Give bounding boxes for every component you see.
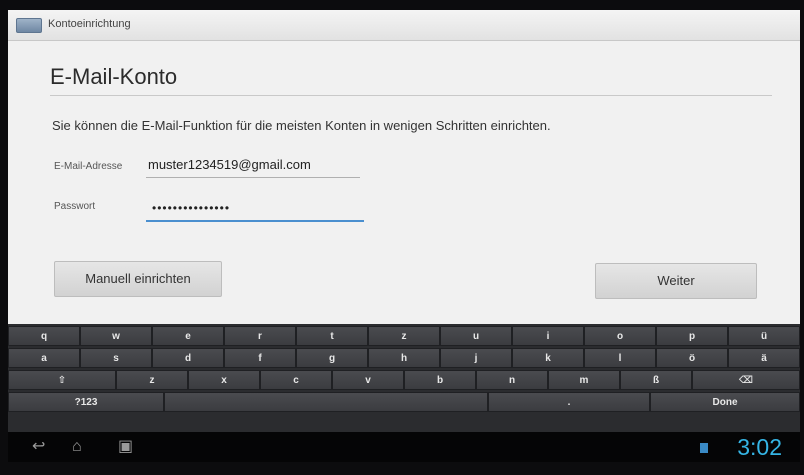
password-field[interactable]: ••••••••••••••• (146, 198, 364, 222)
system-nav-bar: ↩ ⌂ ▣ 3:02 (8, 432, 800, 462)
next-button[interactable]: Weiter (595, 263, 757, 299)
key-t[interactable]: t (296, 326, 368, 346)
space-key[interactable] (164, 392, 488, 412)
key-h[interactable]: h (368, 348, 440, 368)
home-icon[interactable]: ⌂ (72, 432, 82, 462)
key-oe[interactable]: ö (656, 348, 728, 368)
battery-icon (700, 443, 708, 453)
period-key[interactable]: . (488, 392, 650, 412)
key-e[interactable]: e (152, 326, 224, 346)
key-sz[interactable]: ß (620, 370, 692, 390)
back-icon[interactable]: ↩ (32, 432, 45, 462)
key-p[interactable]: p (656, 326, 728, 346)
key-g[interactable]: g (296, 348, 368, 368)
email-field[interactable]: muster1234519@gmail.com (146, 155, 360, 178)
key-j[interactable]: j (440, 348, 512, 368)
key-l[interactable]: l (584, 348, 656, 368)
password-label: Passwort (54, 201, 96, 212)
onscreen-keyboard: q w e r t z u i o p ü a s d f g h j k l … (8, 324, 800, 432)
shift-key[interactable]: ⇧ (8, 370, 116, 390)
key-z-lower[interactable]: z (116, 370, 188, 390)
key-c[interactable]: c (260, 370, 332, 390)
key-ue[interactable]: ü (728, 326, 800, 346)
key-s[interactable]: s (80, 348, 152, 368)
account-setup-form: E-Mail-Konto Sie können die E-Mail-Funkt… (8, 41, 800, 324)
key-ae[interactable]: ä (728, 348, 800, 368)
clock: 3:02 (737, 434, 782, 460)
delete-key[interactable]: ⌫ (692, 370, 800, 390)
key-r[interactable]: r (224, 326, 296, 346)
key-x[interactable]: x (188, 370, 260, 390)
symbols-key[interactable]: ?123 (8, 392, 164, 412)
key-f[interactable]: f (224, 348, 296, 368)
app-icon[interactable] (16, 18, 42, 33)
key-v[interactable]: v (332, 370, 404, 390)
action-bar: Kontoeinrichtung (8, 10, 800, 41)
tablet-screen: Kontoeinrichtung E-Mail-Konto Sie können… (8, 10, 800, 462)
key-n[interactable]: n (476, 370, 548, 390)
key-z[interactable]: z (368, 326, 440, 346)
key-m[interactable]: m (548, 370, 620, 390)
key-i[interactable]: i (512, 326, 584, 346)
page-title: E-Mail-Konto (50, 64, 178, 89)
key-u[interactable]: u (440, 326, 512, 346)
key-k[interactable]: k (512, 348, 584, 368)
description-text: Sie können die E-Mail-Funktion für die m… (52, 118, 551, 133)
title-divider (50, 95, 772, 96)
email-label: E-Mail-Adresse (54, 161, 123, 172)
key-d[interactable]: d (152, 348, 224, 368)
recents-icon[interactable]: ▣ (118, 432, 133, 462)
done-key[interactable]: Done (650, 392, 800, 412)
key-q[interactable]: q (8, 326, 80, 346)
key-a[interactable]: a (8, 348, 80, 368)
manual-setup-button[interactable]: Manuell einrichten (54, 261, 222, 297)
action-bar-title: Kontoeinrichtung (48, 18, 131, 30)
key-o[interactable]: o (584, 326, 656, 346)
key-w[interactable]: w (80, 326, 152, 346)
key-b[interactable]: b (404, 370, 476, 390)
